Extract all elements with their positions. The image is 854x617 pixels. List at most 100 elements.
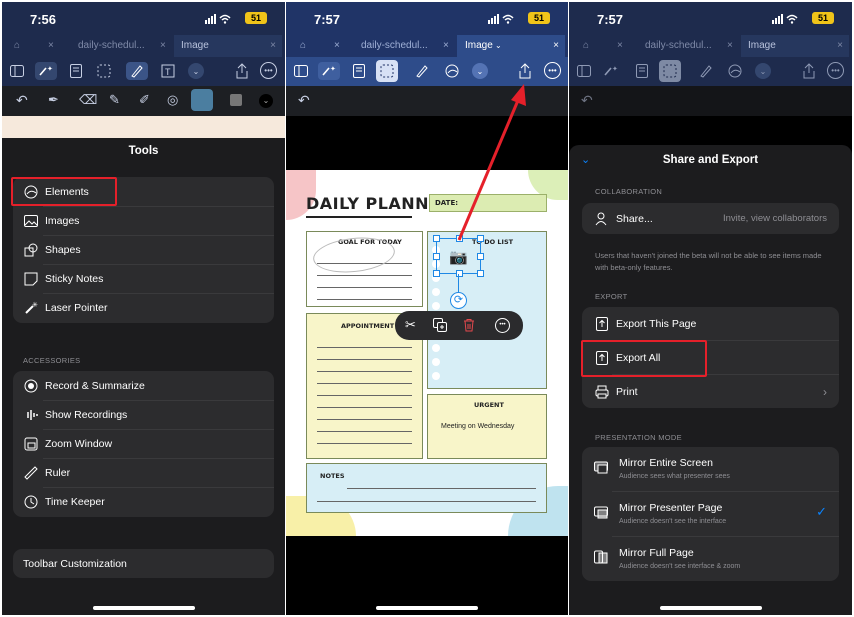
- tab-bar: ⌂ × daily-schedul... × Image ×: [2, 35, 285, 57]
- mirror-presenter-page[interactable]: Mirror Presenter Page Audience doesn't s…: [582, 492, 839, 536]
- more-icon[interactable]: •••: [495, 318, 510, 333]
- tab-daily-schedule[interactable]: daily-schedul...: [645, 35, 712, 57]
- toolbar: ✦ ⌄ •••: [286, 57, 568, 86]
- lasso-icon[interactable]: [659, 60, 681, 82]
- accessory-record[interactable]: Record & Summarize: [13, 371, 274, 400]
- pen-toolbar: ↶ ✒ ⌫ ✎ ✐ ◎ ⌄: [2, 86, 285, 116]
- status-bar: 7:57 51: [569, 2, 852, 35]
- undo-icon[interactable]: ↶: [581, 92, 593, 109]
- chevron-down-icon[interactable]: ⌄: [755, 63, 771, 79]
- tool-sticky-notes[interactable]: Sticky Notes: [13, 264, 274, 293]
- chevron-down-icon[interactable]: ⌄: [188, 63, 204, 79]
- ai-icon[interactable]: ✦: [318, 62, 340, 80]
- writing-line: [317, 287, 412, 288]
- appointment-label: APPOINTMENT: [341, 322, 395, 330]
- tool-laser-pointer[interactable]: ✳ Laser Pointer: [13, 293, 274, 322]
- tab-close-icon[interactable]: ×: [160, 35, 166, 57]
- export-this-page[interactable]: Export This Page: [582, 309, 839, 338]
- more-icon[interactable]: •••: [544, 62, 561, 79]
- share-icon[interactable]: [515, 62, 535, 80]
- pen-icon[interactable]: [412, 62, 432, 80]
- home-tab-icon[interactable]: ⌂: [583, 35, 589, 57]
- writing-line: [317, 347, 412, 348]
- lasso-icon[interactable]: [376, 60, 398, 82]
- share-icon[interactable]: [799, 62, 819, 80]
- tab-image[interactable]: Image ×: [741, 35, 849, 57]
- home-tab-icon[interactable]: ⌂: [300, 35, 306, 57]
- print-row[interactable]: Print ›: [582, 377, 839, 406]
- waveform-icon: [23, 407, 39, 423]
- accessory-label: Record & Summarize: [45, 379, 145, 392]
- chevron-down-icon[interactable]: ⌄: [259, 94, 273, 108]
- more-icon[interactable]: •••: [827, 62, 844, 79]
- accessory-time-keeper[interactable]: Time Keeper: [13, 487, 274, 516]
- accessory-label: Zoom Window: [45, 437, 113, 450]
- delete-icon[interactable]: [462, 318, 476, 332]
- share-row[interactable]: Share... Invite, view collaborators: [582, 204, 839, 233]
- pen-icon[interactable]: [126, 62, 148, 80]
- undo-icon[interactable]: ↶: [16, 92, 28, 109]
- notes-icon[interactable]: [632, 62, 652, 80]
- elements-icon[interactable]: [442, 62, 462, 80]
- tab-close-icon[interactable]: ×: [270, 35, 276, 57]
- writing-line: [317, 407, 412, 408]
- tab-close-icon[interactable]: ×: [837, 35, 843, 57]
- accessory-zoom-window[interactable]: Zoom Window: [13, 429, 274, 458]
- tab-close-icon[interactable]: ×: [48, 35, 54, 57]
- writing-line: [317, 299, 412, 300]
- share-icon[interactable]: [232, 62, 252, 80]
- home-tab-icon[interactable]: ⌂: [14, 35, 20, 57]
- writing-line: [317, 501, 536, 502]
- tab-daily-schedule[interactable]: daily-schedul...: [361, 35, 428, 57]
- rotate-icon[interactable]: ⟳: [450, 292, 467, 309]
- notes-icon[interactable]: [349, 62, 369, 80]
- share-hint: Invite, view collaborators: [722, 213, 827, 224]
- eraser-icon[interactable]: ⌫: [79, 92, 97, 108]
- tool-shapes[interactable]: Shapes: [13, 235, 274, 264]
- tab-image-label: Image: [748, 40, 776, 51]
- tab-close-icon[interactable]: ×: [334, 35, 340, 57]
- notes-icon[interactable]: [66, 62, 86, 80]
- duplicate-icon[interactable]: [433, 318, 447, 332]
- tab-image[interactable]: Image ×: [174, 35, 282, 57]
- textbox-icon[interactable]: T: [158, 62, 178, 80]
- fountain-pen-icon[interactable]: ✒: [48, 92, 59, 108]
- elements-icon[interactable]: [725, 62, 745, 80]
- highlighter-icon[interactable]: ✎: [109, 92, 120, 108]
- cut-icon[interactable]: ✂: [405, 317, 416, 333]
- ai-icon[interactable]: ✦: [35, 62, 57, 80]
- status-bar: 7:57 51: [286, 2, 568, 35]
- ai-icon[interactable]: ✦: [601, 62, 621, 80]
- brush-icon[interactable]: ✐: [139, 92, 150, 108]
- shape-icon[interactable]: ◎: [167, 92, 178, 108]
- chevron-down-icon[interactable]: ⌄: [472, 63, 488, 79]
- writing-line: [317, 419, 412, 420]
- tab-close-icon[interactable]: ×: [553, 35, 559, 57]
- tab-close-icon[interactable]: ×: [443, 35, 449, 57]
- undo-icon[interactable]: ↶: [298, 92, 310, 109]
- sidebar-icon[interactable]: [7, 62, 27, 80]
- sidebar-icon[interactable]: [574, 62, 594, 80]
- lasso-icon[interactable]: [94, 62, 114, 80]
- tab-daily-schedule[interactable]: daily-schedul...: [78, 35, 145, 57]
- share-export-sheet: ⌄ Share and Export COLLABORATION Share..…: [569, 145, 852, 615]
- sidebar-icon[interactable]: [291, 62, 311, 80]
- tab-image[interactable]: Image ⌄ ×: [457, 35, 565, 57]
- laser-pointer-icon: ✳: [23, 300, 39, 316]
- color-swatch[interactable]: [230, 94, 242, 106]
- mirror-full-page-icon: [594, 550, 608, 564]
- pen-icon[interactable]: [696, 62, 716, 80]
- tool-images[interactable]: Images: [13, 206, 274, 235]
- accessory-show-recordings[interactable]: Show Recordings: [13, 400, 274, 429]
- mirror-full-page[interactable]: Mirror Full Page Audience doesn't see in…: [582, 537, 839, 581]
- accessory-ruler[interactable]: Ruler: [13, 458, 274, 487]
- more-icon[interactable]: •••: [260, 62, 277, 79]
- selection-box[interactable]: 📷: [433, 235, 484, 277]
- toolbar-customization[interactable]: Toolbar Customization: [13, 549, 274, 578]
- tab-close-icon[interactable]: ×: [727, 35, 733, 57]
- beta-note: Users that haven't joined the beta will …: [595, 251, 822, 272]
- mirror-entire-screen[interactable]: Mirror Entire Screen Audience sees what …: [582, 447, 839, 491]
- elements-tool-icon[interactable]: [191, 89, 213, 111]
- tab-close-icon[interactable]: ×: [617, 35, 623, 57]
- shapes-icon: [23, 242, 39, 258]
